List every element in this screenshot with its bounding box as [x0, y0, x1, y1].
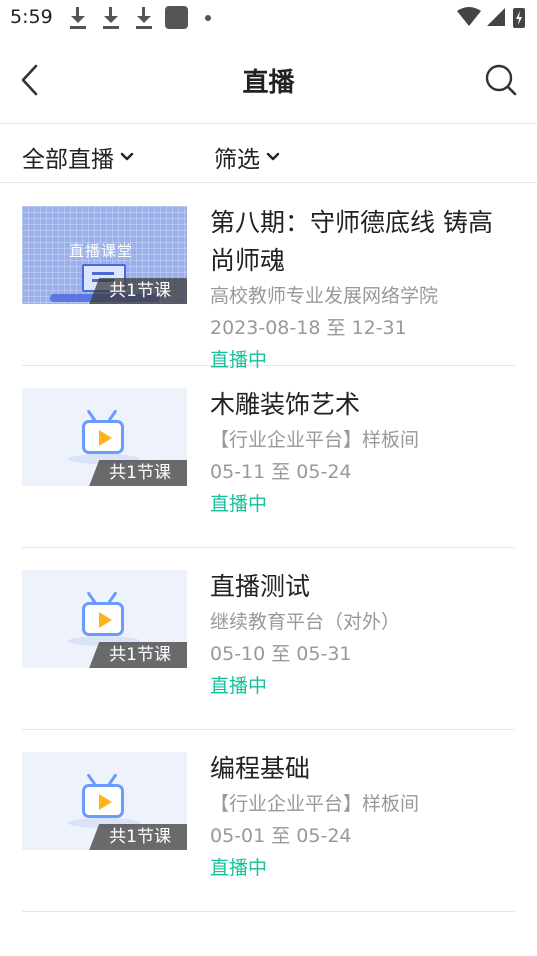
course-organization: 继续教育平台（对外） [210, 611, 401, 633]
signal-icon [487, 8, 505, 26]
status-time: 5:59 [10, 6, 53, 28]
live-status: 直播中 [210, 857, 268, 879]
download-icon [102, 7, 120, 29]
search-button[interactable] [483, 62, 519, 98]
course-date-range: 05-10 至 05-31 [210, 643, 352, 665]
download-icon [69, 7, 87, 29]
wifi-icon [457, 7, 481, 26]
lesson-count-badge: 共1节课 [89, 642, 187, 668]
filter-bar: 全部直播 筛选 [0, 125, 537, 183]
course-card[interactable]: 共1节课 编程基础 【行业企业平台】样板间 05-01 至 05-24 直播中 [22, 730, 515, 912]
filter-label: 筛选 [214, 147, 260, 173]
filter-dropdown[interactable]: 筛选 [214, 140, 280, 174]
course-card[interactable]: 共1节课 木雕装饰艺术 【行业企业平台】样板间 05-11 至 05-24 直播… [22, 366, 515, 548]
course-date-range: 05-01 至 05-24 [210, 825, 352, 847]
course-card[interactable]: 共1节课 直播测试 继续教育平台（对外） 05-10 至 05-31 直播中 [22, 548, 515, 730]
lesson-count-badge: 共1节课 [89, 278, 187, 304]
course-thumbnail: 共1节课 [22, 570, 187, 668]
all-live-dropdown[interactable]: 全部直播 [22, 140, 134, 174]
course-thumbnail: 共1节课 [22, 752, 187, 850]
course-title: 编程基础 [210, 754, 311, 783]
course-title: 木雕装饰艺术 [210, 390, 361, 419]
status-bar: 5:59 [0, 0, 537, 38]
page-title: 直播 [242, 68, 295, 98]
system-indicators [457, 6, 527, 30]
more-notifications-dot [205, 15, 211, 21]
course-organization: 【行业企业平台】样板间 [210, 429, 420, 451]
course-title: 第八期：守师德底线 铸高尚师魂 [210, 208, 493, 275]
course-organization: 【行业企业平台】样板间 [210, 793, 420, 815]
all-live-label: 全部直播 [22, 147, 114, 173]
course-date-range: 2023-08-18 至 12-31 [210, 317, 407, 339]
top-nav-bar: 直播 [0, 38, 537, 124]
app-notification-icon [165, 6, 188, 29]
tv-play-icon [80, 408, 130, 456]
lesson-count-badge: 共1节课 [89, 824, 187, 850]
search-icon [485, 64, 517, 96]
course-title: 直播测试 [210, 572, 311, 601]
download-icon [135, 7, 153, 29]
chevron-down-icon [266, 152, 280, 161]
course-date-range: 05-11 至 05-24 [210, 461, 352, 483]
course-card[interactable]: 直播课堂 共1节课 第八期：守师德底线 铸高尚师魂 高校教师专业发展网络学院 2… [22, 184, 515, 371]
chevron-down-icon [120, 152, 134, 161]
course-thumbnail: 共1节课 [22, 388, 187, 486]
thumbnail-caption: 直播课堂 [69, 242, 134, 260]
tv-play-icon [80, 590, 130, 638]
live-course-list: 直播课堂 共1节课 第八期：守师德底线 铸高尚师魂 高校教师专业发展网络学院 2… [0, 184, 537, 912]
live-status: 直播中 [210, 493, 268, 515]
lesson-count-badge: 共1节课 [89, 460, 187, 486]
tv-play-icon [80, 772, 130, 820]
live-status: 直播中 [210, 675, 268, 697]
course-thumbnail: 直播课堂 共1节课 [22, 206, 187, 304]
course-organization: 高校教师专业发展网络学院 [210, 285, 439, 307]
